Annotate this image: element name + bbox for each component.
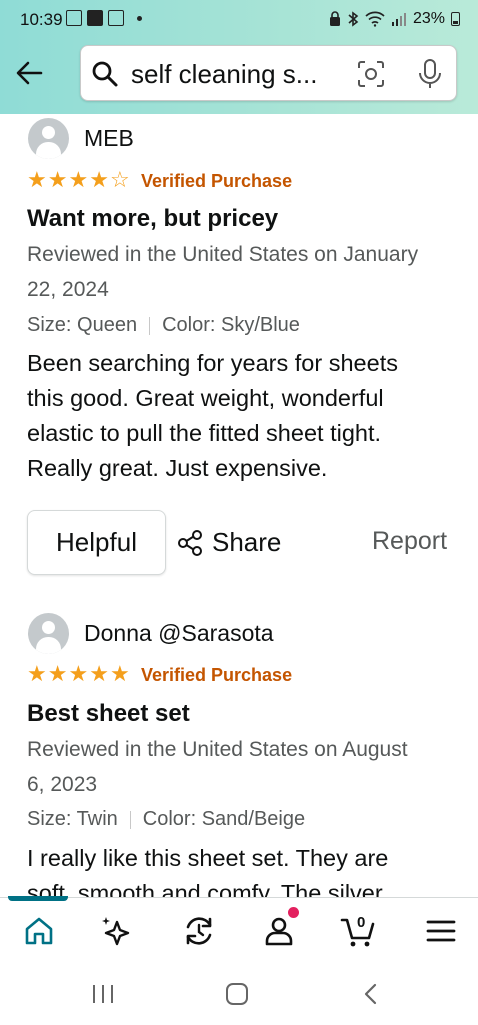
bottom-nav: 0	[0, 896, 478, 962]
star-full-icon: ★	[68, 661, 89, 686]
search-input[interactable]: self cleaning s...	[131, 59, 317, 90]
gallery-icon	[108, 10, 124, 26]
divider	[149, 316, 151, 335]
review-date: Reviewed in the United States on January…	[27, 237, 467, 307]
lock-icon	[329, 11, 340, 26]
account-icon[interactable]	[262, 914, 296, 948]
review-body-line: I really like this sheet set. They are	[27, 845, 389, 871]
report-link[interactable]: Report	[372, 527, 447, 556]
review-variant: Size: Twin Color: Sand/Beige	[27, 808, 305, 831]
verified-purchase-badge: Verified Purchase	[141, 171, 293, 191]
star-full-icon: ★	[109, 661, 130, 686]
review-body-line: this good. Great weight, wonderful	[27, 385, 384, 411]
review-variant: Size: Queen Color: Sky/Blue	[27, 314, 300, 337]
review-date-line: 22, 2024	[27, 278, 109, 301]
verified-purchase-badge: Verified Purchase	[141, 665, 293, 685]
home-nav-icon[interactable]	[224, 982, 250, 1006]
variant-size: Size: Queen	[27, 314, 138, 336]
share-button[interactable]: Share	[176, 527, 281, 558]
star-full-icon: ★	[89, 661, 109, 686]
helpful-button[interactable]: Helpful	[27, 510, 166, 575]
sparkle-icon[interactable]	[100, 914, 134, 948]
reviewer-name: Donna @Sarasota	[84, 620, 274, 646]
review-body-line: elastic to pull the fitted sheet tight.	[27, 420, 382, 446]
camera-search-icon[interactable]	[357, 60, 385, 88]
star-rating: ★ ★ ★ ★ ★	[27, 663, 130, 685]
review-date: Reviewed in the United States on August …	[27, 732, 467, 802]
review-body: Been searching for years for sheets this…	[27, 346, 467, 486]
share-label: Share	[212, 527, 282, 557]
bluetooth-icon	[348, 11, 359, 27]
review-body: I really like this sheet set. They are s…	[27, 841, 467, 898]
divider	[129, 810, 131, 829]
review-date-line: Reviewed in the United States on August	[27, 738, 408, 761]
wifi-icon	[365, 11, 385, 27]
photo-icon	[66, 10, 82, 26]
search-icon	[92, 61, 118, 87]
notification-dot	[288, 907, 299, 918]
variant-color: Color: Sky/Blue	[162, 314, 300, 336]
avatar	[28, 613, 69, 654]
back-nav-icon[interactable]	[360, 982, 382, 1006]
review-body-line: Really great. Just expensive.	[27, 455, 328, 481]
star-full-icon: ★	[27, 661, 47, 686]
star-empty-icon: ☆	[109, 167, 130, 192]
star-full-icon: ★	[47, 167, 68, 192]
star-full-icon: ★	[27, 167, 47, 192]
header: 10:39 23% self cleaning s...	[0, 0, 478, 114]
cart-count: 0	[357, 914, 366, 931]
review-date-line: 6, 2023	[27, 773, 98, 796]
review-body-line: soft, smooth and comfy. The silver	[27, 880, 383, 898]
star-full-icon: ★	[68, 167, 89, 192]
variant-color: Color: Sand/Beige	[142, 808, 306, 830]
avatar	[28, 118, 69, 159]
status-time: 10:39	[20, 10, 63, 29]
menu-icon[interactable]	[424, 914, 458, 948]
star-full-icon: ★	[47, 661, 68, 686]
cart-button[interactable]: 0	[340, 914, 375, 948]
home-icon[interactable]	[22, 914, 56, 948]
star-full-icon: ★	[89, 167, 109, 192]
signal-icon	[391, 13, 406, 26]
review-date-line: Reviewed in the United States on January	[27, 243, 419, 266]
review-title: Want more, but pricey	[27, 205, 279, 232]
variant-size: Size: Twin	[27, 808, 118, 830]
app-icon	[87, 10, 103, 26]
star-rating: ★ ★ ★ ★ ☆	[27, 169, 130, 191]
battery-icon	[451, 12, 460, 26]
search-bar[interactable]: self cleaning s...	[80, 45, 457, 101]
battery-percent: 23%	[412, 10, 445, 27]
status-bar: 10:39 23%	[0, 0, 478, 40]
recent-apps-icon[interactable]	[90, 982, 116, 1006]
review-body-line: Been searching for years for sheets	[27, 350, 398, 376]
active-tab-indicator	[8, 896, 68, 901]
back-arrow-icon[interactable]	[14, 58, 44, 88]
microphone-icon[interactable]	[415, 58, 445, 90]
reviewer-name: MEB	[84, 125, 134, 151]
review-card: Donna @Sarasota ★ ★ ★ ★ ★ Verified Purch…	[0, 608, 478, 898]
status-right: 23%	[329, 10, 460, 28]
review-title: Best sheet set	[27, 700, 190, 727]
system-nav-bar	[0, 962, 478, 1025]
status-notification-icons	[66, 10, 142, 26]
more-notifications-icon	[137, 15, 142, 21]
returns-icon[interactable]	[182, 914, 216, 948]
share-icon	[178, 529, 202, 556]
